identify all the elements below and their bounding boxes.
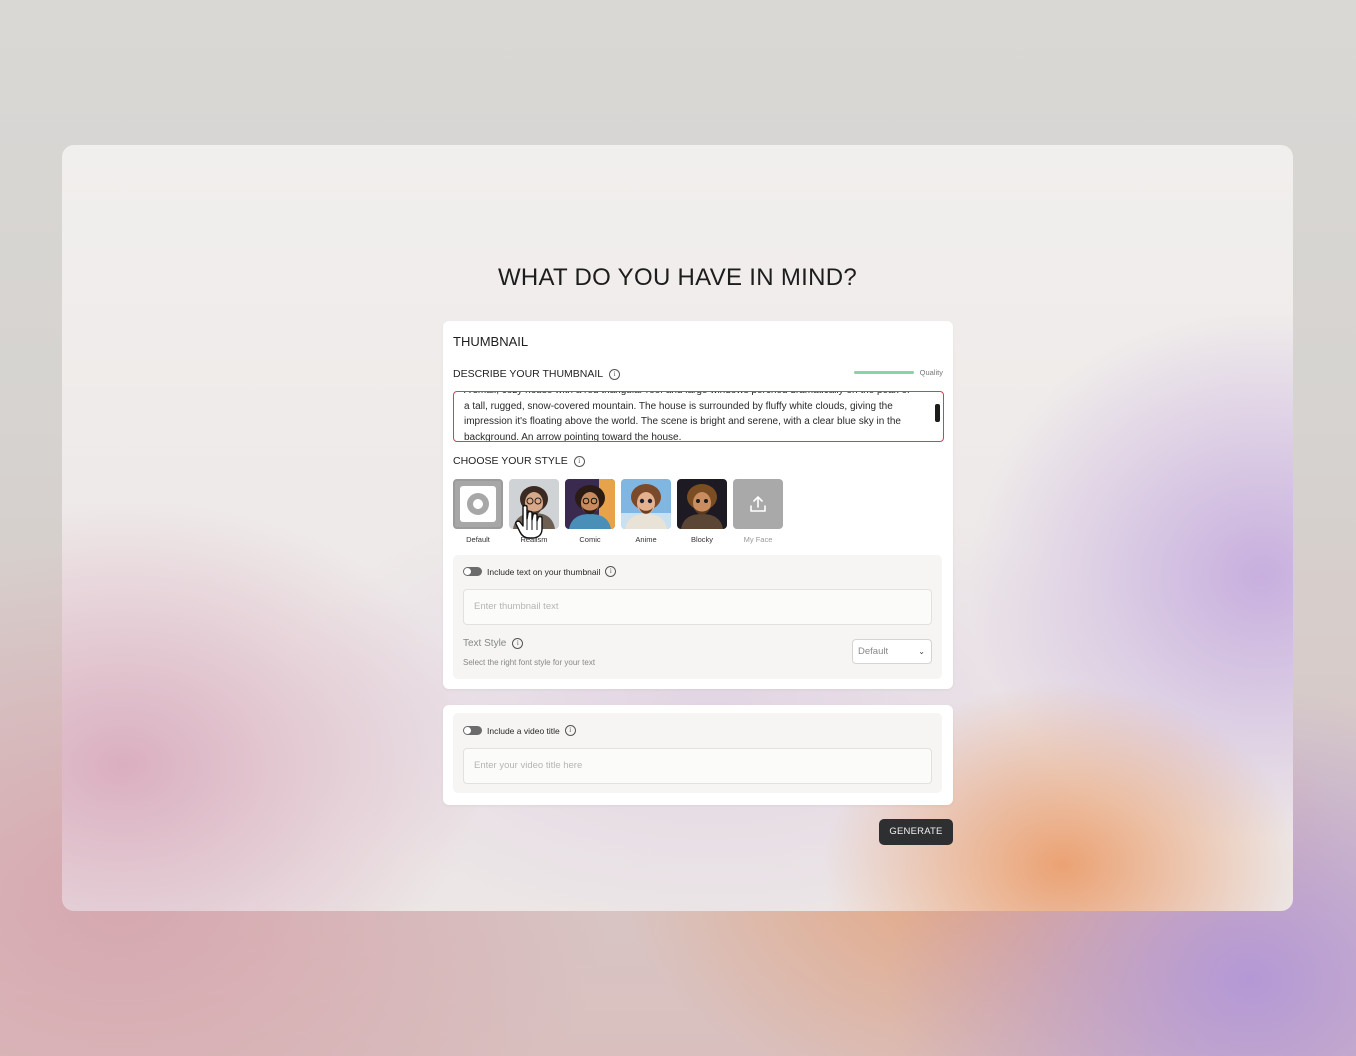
textarea-scrollbar[interactable]: [935, 404, 940, 422]
include-title-label: Include a video title: [487, 725, 560, 736]
info-icon[interactable]: i: [573, 455, 585, 467]
info-icon[interactable]: i: [564, 725, 576, 736]
chevron-down-icon: ⌄: [918, 647, 925, 656]
style-option-anime[interactable]: Anime: [621, 479, 671, 544]
quality-meter: Quality: [853, 368, 943, 377]
video-title-panel: Include a video title i Enter your video…: [453, 713, 942, 793]
describe-label-row: DESCRIBE YOUR THUMBNAIL i: [453, 368, 621, 380]
include-title-label-row: Include a video title i: [487, 725, 576, 736]
blocky-portrait: [677, 479, 727, 529]
style-option-default[interactable]: Default: [453, 479, 503, 544]
thumbnail-description-input[interactable]: A small, cozy house with a red triangula…: [453, 391, 944, 442]
style-name: Anime: [635, 535, 657, 544]
default-style-icon: [453, 479, 503, 529]
style-option-blocky[interactable]: Blocky: [677, 479, 727, 544]
hand-cursor-icon: [515, 504, 543, 539]
description-text: A small, cozy house with a red triangula…: [464, 392, 910, 442]
video-title-input[interactable]: Enter your video title here: [463, 748, 932, 784]
text-style-select[interactable]: Default ⌄: [852, 639, 932, 664]
generate-button[interactable]: GENERATE: [879, 819, 953, 845]
style-label-row: CHOOSE YOUR STYLE i: [453, 455, 585, 467]
text-style-value: Default: [858, 646, 889, 657]
style-option-my-face[interactable]: My Face: [733, 479, 783, 544]
anime-portrait: [621, 479, 671, 529]
video-title-card: Include a video title i Enter your video…: [443, 705, 953, 805]
style-options: Default Realism Comic Anime Blocky My Fa…: [453, 479, 783, 544]
style-name: Blocky: [690, 535, 714, 544]
style-label: CHOOSE YOUR STYLE: [453, 455, 568, 467]
app-window: WHAT DO YOU HAVE IN MIND? THUMBNAIL DESC…: [62, 145, 1293, 911]
upload-icon: [733, 479, 783, 529]
text-style-label: Text Style: [463, 638, 507, 649]
quality-label: Quality: [919, 368, 943, 377]
style-option-comic[interactable]: Comic: [565, 479, 615, 544]
style-name: My Face: [743, 535, 773, 544]
comic-portrait: [565, 479, 615, 529]
info-icon[interactable]: i: [605, 566, 617, 577]
include-text-label: Include text on your thumbnail: [487, 566, 601, 577]
text-style-help: Select the right font style for your tex…: [463, 658, 596, 667]
include-text-toggle[interactable]: [463, 567, 482, 576]
thumbnail-text-panel: Include text on your thumbnail i Enter t…: [453, 555, 942, 679]
info-icon[interactable]: i: [609, 368, 621, 380]
card-title: THUMBNAIL: [453, 334, 529, 349]
info-icon[interactable]: i: [512, 638, 524, 649]
quality-bar: [853, 371, 914, 374]
page-title: WHAT DO YOU HAVE IN MIND?: [497, 264, 858, 291]
include-title-toggle[interactable]: [463, 726, 482, 735]
describe-label: DESCRIBE YOUR THUMBNAIL: [453, 368, 604, 380]
style-name: Default: [466, 535, 490, 544]
thumbnail-text-input[interactable]: Enter thumbnail text: [463, 589, 932, 625]
style-name: Comic: [579, 535, 601, 544]
include-text-label-row: Include text on your thumbnail i: [487, 566, 617, 577]
text-style-label-row: Text Style i: [463, 638, 524, 649]
